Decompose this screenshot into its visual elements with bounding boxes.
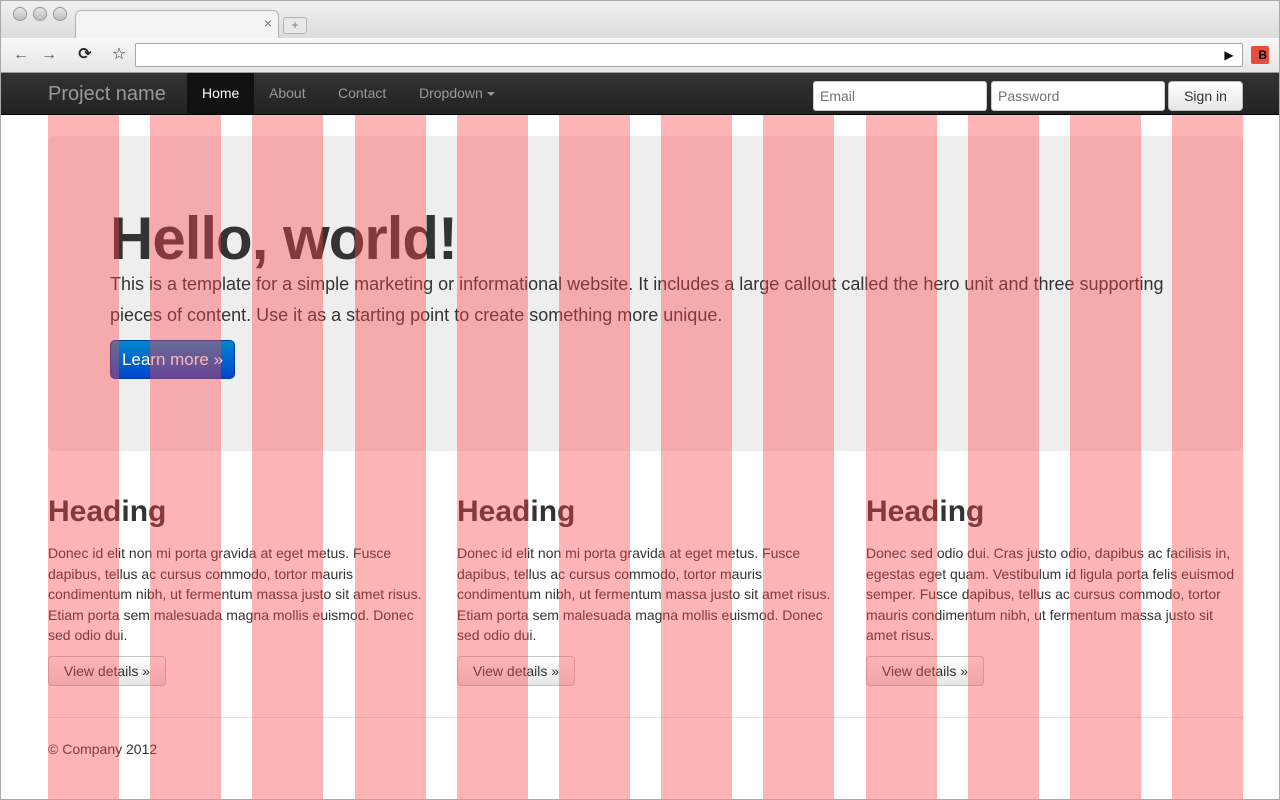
- column-text: Donec sed odio dui. Cras justo odio, dap…: [866, 545, 1235, 643]
- close-window-button[interactable]: [13, 7, 27, 21]
- nav-item-about[interactable]: About: [254, 73, 321, 114]
- password-field[interactable]: [991, 81, 1165, 111]
- column-heading: Heading: [866, 495, 985, 528]
- zoom-window-button[interactable]: [53, 7, 67, 21]
- back-arrow-icon[interactable]: ←: [9, 45, 33, 65]
- content-column-2: Heading Donec id elit non mi porta gravi…: [457, 493, 835, 646]
- column-text: Donec id elit non mi porta gravida at eg…: [457, 545, 831, 643]
- view-details-button[interactable]: View details »: [457, 656, 575, 686]
- sign-in-button[interactable]: Sign in: [1168, 81, 1243, 111]
- caret-down-icon: [486, 92, 495, 97]
- reload-icon[interactable]: ⟳: [73, 45, 97, 65]
- view-details-button[interactable]: View details »: [866, 656, 984, 686]
- content-column-1: Heading Donec id elit non mi porta gravi…: [48, 493, 426, 646]
- footer-text: © Company 2012: [48, 741, 158, 757]
- nav-item-home[interactable]: Home: [187, 73, 255, 114]
- footer-divider: [48, 717, 1243, 718]
- forward-arrow-icon[interactable]: →: [37, 45, 61, 65]
- column-heading: Heading: [48, 495, 167, 528]
- view-details-button[interactable]: View details »: [48, 656, 166, 686]
- browser-titlebar: × +: [1, 1, 1279, 38]
- content-column-3: Heading Donec sed odio dui. Cras justo o…: [866, 493, 1244, 646]
- column-heading: Heading: [457, 495, 576, 528]
- site-navbar: Project name Home About Contact Dropdown…: [1, 73, 1279, 115]
- hero-title: Hello, world!: [110, 205, 458, 272]
- column-text: Donec id elit non mi porta gravida at eg…: [48, 545, 422, 643]
- new-tab-button[interactable]: +: [283, 17, 307, 34]
- bookmark-star-icon[interactable]: ☆: [107, 45, 131, 65]
- extension-icon[interactable]: B: [1251, 46, 1269, 64]
- nav-item-dropdown[interactable]: Dropdown: [404, 73, 510, 114]
- nav-item-contact[interactable]: Contact: [323, 73, 401, 114]
- hero-text: This is a template for a simple marketin…: [110, 274, 1164, 325]
- close-tab-icon[interactable]: ×: [264, 15, 272, 31]
- learn-more-button[interactable]: Learn more »: [110, 340, 235, 379]
- minimize-window-button[interactable]: [33, 7, 47, 21]
- browser-window: × + ← → ⟳ ☆ ▶ B Project name Home About …: [0, 0, 1280, 800]
- email-field[interactable]: [813, 81, 987, 111]
- address-bar[interactable]: [135, 43, 1243, 67]
- nav-item-dropdown-label: Dropdown: [419, 85, 483, 101]
- browser-toolbar: ← → ⟳ ☆ ▶ B: [1, 38, 1279, 73]
- browser-tab[interactable]: ×: [75, 10, 279, 38]
- brand-link[interactable]: Project name: [48, 83, 166, 106]
- play-icon[interactable]: ▶: [1217, 45, 1241, 65]
